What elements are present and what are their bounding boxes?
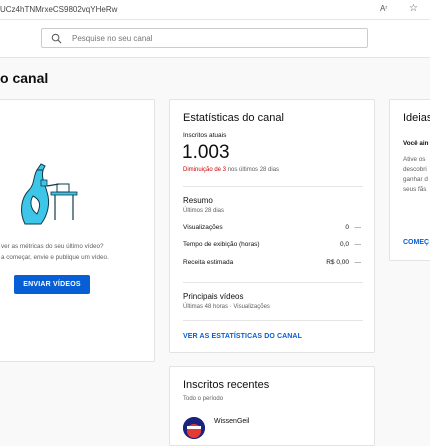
recent-subscribers-card: Inscritos recentes Todo o período Wissen… xyxy=(169,366,375,446)
metric-label: Visualizações xyxy=(183,224,223,231)
favorite-star-icon[interactable]: ☆ xyxy=(409,3,418,14)
upload-prompt-card: ver as métricas do seu último vídeo? a c… xyxy=(0,99,155,362)
view-channel-stats-link[interactable]: VER AS ESTATÍSTICAS DO CANAL xyxy=(183,333,302,340)
summary-title: Resumo xyxy=(183,196,213,205)
recent-subscribers-period: Todo o período xyxy=(183,396,224,402)
subscriber-name[interactable]: WissenGeil xyxy=(214,418,249,425)
ideas-start-link[interactable]: COMEÇ xyxy=(403,239,429,246)
page-title: o canal xyxy=(0,70,49,86)
metric-change: — xyxy=(354,259,362,266)
summary-period: Últimos 28 dias xyxy=(183,208,225,214)
ideas-subtitle: Você ain xyxy=(403,140,429,147)
upload-prompt-line1: ver as métricas do seu último vídeo? xyxy=(1,243,104,250)
top-videos-title: Principais vídeos xyxy=(183,292,244,301)
metric-change: — xyxy=(354,241,362,248)
metric-label: Receita estimada xyxy=(183,259,234,266)
metric-value: 0,0 xyxy=(339,241,349,248)
ideas-card: Ideias Você ain Ative os descobri ganhar… xyxy=(389,99,430,261)
subscribers-change-value: Diminuição de 3 xyxy=(183,167,227,173)
url-text[interactable]: UCz4hTNMrxeCS9802vqYHeRw xyxy=(0,5,117,14)
metric-label: Tempo de exibição (horas) xyxy=(183,241,260,248)
metric-value: R$ 0,00 xyxy=(326,259,349,266)
ideas-text-line: ganhar d xyxy=(403,176,428,183)
studio-header xyxy=(0,20,430,58)
card-title: Ideias xyxy=(403,112,430,124)
ideas-text-line: descobri xyxy=(403,166,427,173)
metric-row-views: Visualizações 0 — xyxy=(183,224,363,234)
avatar[interactable] xyxy=(183,417,205,439)
subscribers-label: Inscritos atuais xyxy=(183,132,227,139)
divider xyxy=(183,282,363,283)
upload-videos-button[interactable]: ENVIAR VÍDEOS xyxy=(14,275,90,294)
channel-search-box[interactable] xyxy=(41,28,368,48)
subscribers-change-period: nos últimos 28 dias xyxy=(226,167,280,173)
avatar-image xyxy=(183,417,205,439)
metric-change: — xyxy=(354,224,362,231)
subscribers-count: 1.003 xyxy=(182,142,230,163)
search-input[interactable] xyxy=(72,31,362,46)
metric-value: 0 xyxy=(345,224,349,231)
ideas-text-line: seus fãs xyxy=(403,186,427,193)
subscribers-change: Diminuição de 3 nos últimos 28 dias xyxy=(183,167,279,173)
card-title: Estatísticas do canal xyxy=(183,112,284,124)
top-videos-period: Últimas 48 horas · Visualizações xyxy=(183,304,270,310)
search-icon xyxy=(51,33,62,44)
browser-address-bar[interactable]: UCz4hTNMrxeCS9802vqYHeRw Aʳ ☆ xyxy=(0,0,430,20)
card-title: Inscritos recentes xyxy=(183,379,270,391)
upload-illustration xyxy=(21,163,78,225)
divider xyxy=(183,320,363,321)
metric-row-watch-time: Tempo de exibição (horas) 0,0 — xyxy=(183,241,363,251)
upload-prompt-line2: a começar, envie e publique um vídeo. xyxy=(1,254,109,261)
reader-view-icon[interactable]: Aʳ xyxy=(380,4,387,13)
ideas-text-line: Ative os xyxy=(403,156,426,163)
channel-stats-card: Estatísticas do canal Inscritos atuais 1… xyxy=(169,99,375,353)
metric-row-revenue: Receita estimada R$ 0,00 — xyxy=(183,259,363,269)
divider xyxy=(183,186,363,187)
